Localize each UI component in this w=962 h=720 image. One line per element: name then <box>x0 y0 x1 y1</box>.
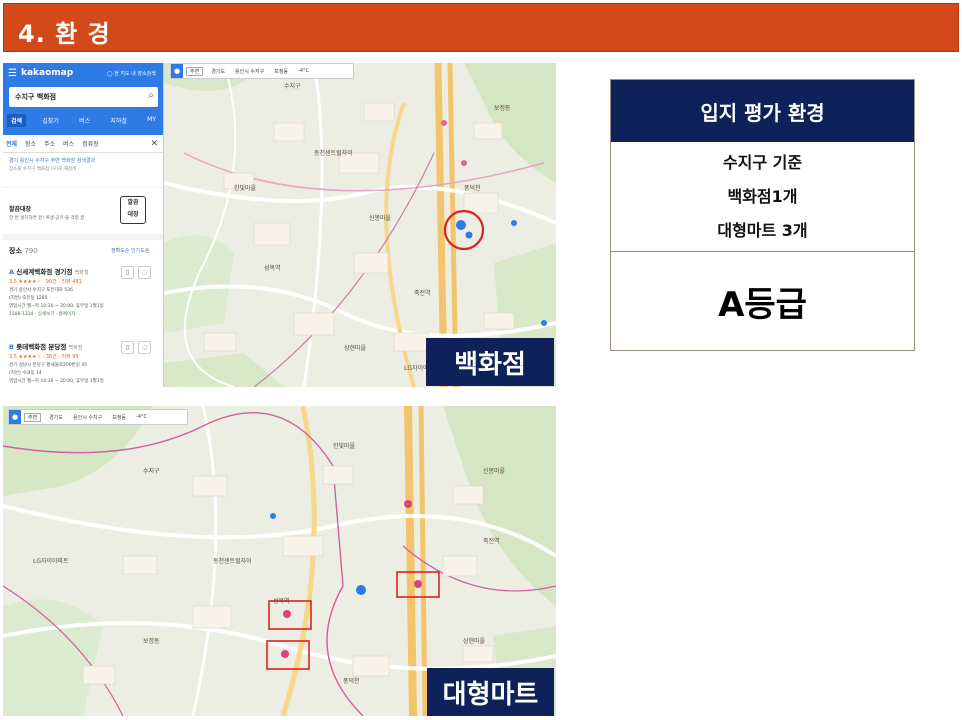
map-place-label: 상현마을 <box>463 638 486 645</box>
criteria-department-store: 백화점1개 <box>727 187 798 206</box>
crumb-dong[interactable]: 보정동 <box>274 68 288 75</box>
evaluation-panel: 입지 평가 환경 수지구 기준 백화점1개 대형마트 3개 A등급 <box>610 79 915 351</box>
panel-grade: A등급 <box>718 284 807 325</box>
place-title[interactable]: 신세계백화점 경기점 <box>16 268 72 276</box>
crumb-city[interactable]: 용인시 수지구 <box>235 68 264 75</box>
place-category: 백화점 <box>68 345 83 351</box>
menu-icon[interactable]: ☰ <box>8 68 17 79</box>
department-store-label: 백화점 <box>426 338 554 386</box>
map-place-label: 신봉마을 <box>369 215 392 222</box>
map1-location-bar[interactable]: ● 주변 경기도 용인시 수지구 보정동 -4°C <box>170 63 354 79</box>
place-title[interactable]: 롯데백화점 분당점 <box>16 343 66 351</box>
weather-readout: -4°C <box>298 68 310 74</box>
list-item[interactable]: B 롯데백화점 분당점 백화점 3.5 ★★★★☆ · 36건 · 리뷰 95 … <box>9 341 159 384</box>
count-value: 790 <box>24 247 38 255</box>
search-box[interactable]: 수지구 백화점 ⌕ <box>9 87 158 107</box>
map-place-label: 신봉마을 <box>483 468 506 475</box>
sidebar-header: ☰ kakaomap ◯ 현 지도 내 장소검색 수지구 백화점 ⌕ 검색 길찾… <box>3 63 163 135</box>
tab-my[interactable]: MY <box>143 114 160 127</box>
close-icon[interactable]: ✕ <box>150 139 158 149</box>
subtab-place[interactable]: 장소 <box>25 139 36 148</box>
weather-readout: -4°C <box>136 414 148 420</box>
map-place-label: 성복역 <box>264 265 281 272</box>
ad-logo: 깔끔 대장 <box>120 196 146 224</box>
place-address-lot: (지번) 죽전동 1285 <box>9 296 48 301</box>
place-category: 백화점 <box>74 270 89 276</box>
crumb-city[interactable]: 용인시 수지구 <box>73 414 102 421</box>
tab-search[interactable]: 검색 <box>7 114 27 127</box>
map-place-label: 풍덕천 <box>343 678 360 685</box>
count-label: 장소 <box>9 247 22 255</box>
search-input[interactable]: 수지구 백화점 <box>15 92 56 102</box>
map-place-label: 성복역 <box>273 598 290 605</box>
result-count: 장소 790 <box>9 246 38 256</box>
tab-bus[interactable]: 버스 <box>75 114 94 127</box>
area-search-toggle[interactable]: ◯ 현 지도 내 장소검색 <box>107 70 156 77</box>
search-icon[interactable]: ⌕ <box>148 90 154 101</box>
subtab-stop[interactable]: 정류장 <box>82 139 99 148</box>
place-address: 경기 용인시 수지구 포은대로 536 <box>9 288 73 293</box>
bookmark-icon[interactable]: ▯ <box>121 341 134 354</box>
place-rating: 3.5 ★★★★☆ · 36건 · 리뷰 95 <box>9 354 79 360</box>
place-address: 경기 성남시 분당구 황새울로200번길 45 <box>9 363 87 368</box>
map-place-label: 보정동 <box>494 105 511 112</box>
map-place-label: 죽전역 <box>414 290 431 297</box>
place-actions: ▯ ◌ <box>121 341 151 354</box>
place-hours: 영업시간 월~목 10:30 ~ 20:00, 휴무일 1월1일 <box>9 304 104 309</box>
map-place-label: 수지구 <box>143 468 160 475</box>
subtab-bus[interactable]: 버스 <box>63 139 74 148</box>
place-rating: 3.5 ★★★★☆ · 90건 · 리뷰 481 <box>9 279 82 285</box>
tab-subway[interactable]: 지하철 <box>106 114 131 127</box>
location-pin-icon[interactable]: ● <box>9 410 21 424</box>
place-address-lot: (지번) 수내동 14 <box>9 371 42 376</box>
map-place-label: 한빛마을 <box>333 443 356 450</box>
place-hours: 영업시간 월~목 10:30 ~ 20:00, 휴무일 1월1일 <box>9 379 104 384</box>
share-icon[interactable]: ◌ <box>138 341 151 354</box>
panel-criteria: 수지구 기준 백화점1개 대형마트 3개 <box>611 143 914 252</box>
place-phone[interactable]: 1588-1234 · 상세보기 · 홈페이지 <box>9 311 159 317</box>
map-place-label: 수지구 <box>284 83 301 90</box>
map-place-label: LG자이아파트 <box>33 558 69 565</box>
crumb-dong[interactable]: 보정동 <box>112 414 126 421</box>
criteria-basis: 수지구 기준 <box>722 153 803 172</box>
kakaomap-logo: kakaomap <box>21 68 74 78</box>
map2-location-bar[interactable]: ● 주변 경기도 용인시 수지구 보정동 -4°C <box>8 409 188 425</box>
crumb-province[interactable]: 경기도 <box>49 414 63 421</box>
map-place-label: 동천센트럴자이 <box>213 558 252 565</box>
map-place-label: 풍덕천 <box>464 185 481 192</box>
result-filter-tabs: 전체 장소 주소 버스 정류장 ✕ <box>3 135 163 153</box>
place-index: B <box>9 343 14 351</box>
nearby-chip[interactable]: 주변 <box>24 412 42 422</box>
place-actions: ▯ ◌ <box>121 266 151 279</box>
sidebar-tabs: 검색 길찾기 버스 지하철 MY <box>7 114 160 127</box>
hypermarket-label: 대형마트 <box>427 668 554 716</box>
section-header: 4. 환 경 <box>3 3 959 52</box>
crumb-province[interactable]: 경기도 <box>211 68 225 75</box>
panel-title: 입지 평가 환경 <box>611 80 914 142</box>
section-title: 4. 환 경 <box>18 20 111 48</box>
map-place-label: 동천센트럴자이 <box>314 150 353 157</box>
kakaomap-sidebar: ☰ kakaomap ◯ 현 지도 내 장소검색 수지구 백화점 ⌕ 검색 길찾… <box>3 63 164 387</box>
sort-options[interactable]: 정확도순 인기도순 <box>111 247 149 254</box>
bookmark-icon[interactable]: ▯ <box>121 266 134 279</box>
list-item[interactable]: A 신세계백화점 경기점 백화점 3.5 ★★★★☆ · 90건 · 리뷰 48… <box>9 266 159 317</box>
search-result-note[interactable]: 경기 용인시 수지구 주변 백화점 검색결과 <box>9 157 95 164</box>
subtab-address[interactable]: 주소 <box>44 139 55 148</box>
map-place-label: 한빛마을 <box>234 185 257 192</box>
map-place-label: 보정동 <box>143 638 160 645</box>
map-place-label: 죽전역 <box>483 538 500 545</box>
tab-directions[interactable]: 길찾기 <box>38 114 63 127</box>
ad-title: 깔끔대장 <box>9 206 32 213</box>
ad-description: 한 번 설치하면 끝! 위생·공기·물 걱정 끝 <box>9 216 85 221</box>
research-link[interactable]: 장소를 수지구 백화점 (으)로 재검색 › <box>9 166 79 172</box>
map-place-label: 상현마을 <box>344 345 367 352</box>
subtab-all[interactable]: 전체 <box>6 139 17 148</box>
nearby-chip[interactable]: 주변 <box>186 66 204 76</box>
ad-banner[interactable]: 깔끔대장 한 번 설치하면 끝! 위생·공기·물 걱정 끝 깔끔 대장 <box>3 187 163 240</box>
share-icon[interactable]: ◌ <box>138 266 151 279</box>
criteria-hypermarket: 대형마트 3개 <box>717 221 808 240</box>
location-pin-icon[interactable]: ● <box>171 64 183 78</box>
place-index: A <box>9 268 15 276</box>
